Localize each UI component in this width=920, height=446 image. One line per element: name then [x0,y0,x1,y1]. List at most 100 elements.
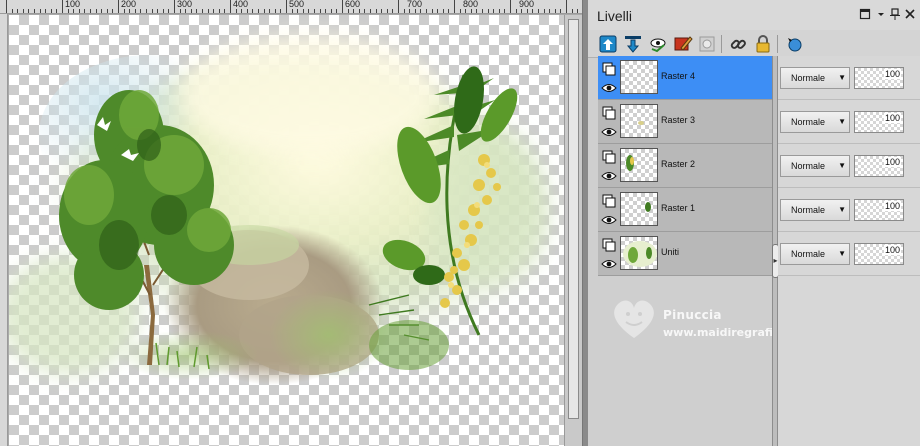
blend-mode-select[interactable]: Normale ▼ [780,243,850,265]
eye-icon[interactable] [601,214,617,226]
ruler-tick [28,9,29,13]
ruler-tick [101,9,102,13]
pin-icon[interactable] [888,8,902,22]
ruler-tick [572,9,573,13]
ruler-tick [107,9,108,13]
new-raster-layer-icon[interactable] [597,33,619,55]
ruler-label: 800 [463,0,479,9]
ruler-tick [521,9,522,13]
layer-visibility-group-icon[interactable] [602,238,616,252]
visibility-toggle-icon[interactable] [647,33,669,55]
opacity-field[interactable]: 100 [854,243,904,265]
blend-mode-select[interactable]: Normale ▼ [780,111,850,133]
ruler-tick [549,9,550,13]
ruler-tick [157,9,158,13]
ruler-tick [174,0,175,13]
layer-name: Uniti [661,247,680,257]
vertical-scrollbar[interactable] [564,15,582,446]
layers-list: Raster 4 Raster 3 Raster 2 Raster 1 Unit… [598,56,772,276]
ruler-label: 600 [345,0,361,9]
ruler-tick [325,9,326,13]
layer-group-icon[interactable] [783,33,805,55]
ruler-tick [17,9,18,13]
opacity-field[interactable]: 100 [854,67,904,89]
panel-header: Livelli [588,0,920,30]
chevron-down-icon: ▼ [838,73,846,82]
ruler-tick [392,9,393,13]
layer-row-raster-2[interactable]: Raster 2 [598,144,772,188]
eye-icon[interactable] [601,170,617,182]
eye-icon[interactable] [601,258,617,270]
blend-mode-select[interactable]: Normale ▼ [780,199,850,221]
ruler-tick [465,9,466,13]
ruler-tick [56,9,57,13]
layer-row-uniti[interactable]: Uniti [598,232,772,276]
blend-mode-select[interactable]: Normale ▼ [780,67,850,89]
ruler-tick [348,9,349,13]
edit-layer-icon[interactable] [672,33,694,55]
dropdown-icon[interactable] [874,8,888,22]
eye-icon[interactable] [601,126,617,138]
layer-icons [600,190,618,230]
ruler-tick [79,9,80,13]
chevron-down-icon: ▼ [838,117,846,126]
image-canvas[interactable] [9,15,564,446]
opacity-value: 100 [883,245,901,255]
ruler-tick [376,9,377,13]
opacity-field[interactable]: 100 [854,199,904,221]
ruler-label: 200 [121,0,137,9]
layer-row-raster-1[interactable]: Raster 1 [598,188,772,232]
ruler-tick [387,9,388,13]
layer-row-raster-4[interactable]: Raster 4 [598,56,772,100]
opacity-value: 100 [883,201,901,211]
ruler-tick [241,9,242,13]
mask-icon[interactable] [696,33,718,55]
ruler-tick [84,9,85,13]
ruler-tick [577,9,578,13]
layer-visibility-group-icon[interactable] [602,194,616,208]
ruler-tick [560,9,561,13]
ruler-tick [45,9,46,13]
ruler-tick [538,9,539,13]
restore-icon[interactable] [858,8,872,22]
layer-visibility-group-icon[interactable] [602,150,616,164]
eye-icon[interactable] [601,82,617,94]
layer-visibility-group-icon[interactable] [602,62,616,76]
layer-thumbnail [620,192,658,226]
ruler-tick [426,9,427,13]
watermark-name: Pinuccia [663,308,722,322]
opacity-value: 100 [883,69,901,79]
opacity-field[interactable]: 100 [854,155,904,177]
scrollbar-thumb[interactable] [568,19,579,419]
ruler-tick [152,9,153,13]
vertical-ruler [0,14,8,446]
panel-title: Livelli [597,8,633,24]
layer-row-raster-3[interactable]: Raster 3 [598,100,772,144]
blend-mode-select[interactable]: Normale ▼ [780,155,850,177]
ruler-tick [6,0,7,13]
lock-icon[interactable] [752,33,774,55]
opacity-field[interactable]: 100 [854,111,904,133]
nature-artwork [9,35,549,400]
close-icon[interactable] [903,8,917,22]
ruler-tick [73,9,74,13]
ruler-tick [219,9,220,13]
ruler-label: 400 [233,0,249,9]
ruler-tick [185,9,186,13]
link-icon[interactable] [727,33,749,55]
layer-visibility-group-icon[interactable] [602,106,616,120]
ruler-tick [404,9,405,13]
ruler-tick [224,9,225,13]
ruler-tick [180,9,181,13]
ruler-tick [510,0,511,13]
ruler-tick [314,9,315,13]
ruler-tick [68,9,69,13]
ruler-tick [129,9,130,13]
layers-panel: Livelli Raster 4 Raster 3 Raster 2 Raste… [588,0,920,446]
ruler-tick [527,9,528,13]
ruler-tick [40,9,41,13]
layer-props-row: Normale ▼ 100 [778,232,920,276]
ruler-tick [443,9,444,13]
ruler-tick [516,9,517,13]
new-vector-layer-icon[interactable] [622,33,644,55]
